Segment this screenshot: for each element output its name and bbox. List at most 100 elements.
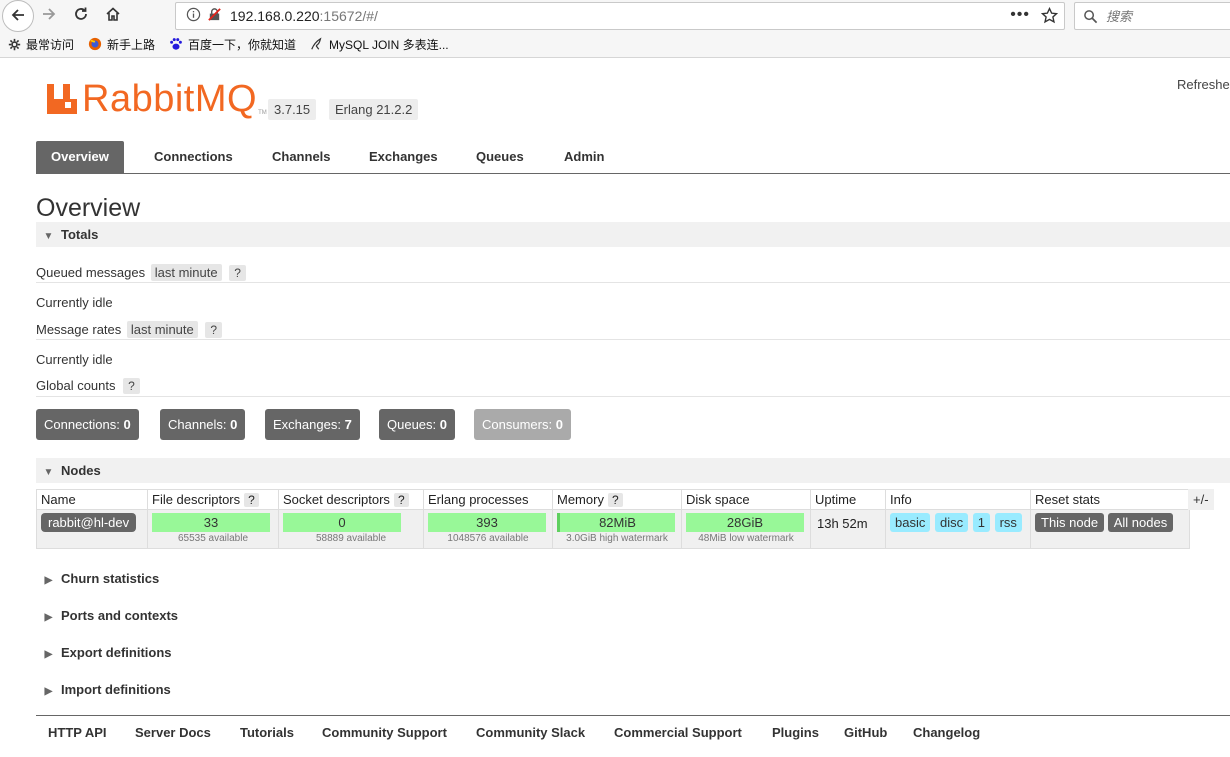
count-value: 0 (230, 417, 238, 432)
section-title: Nodes (61, 463, 101, 478)
count-value: 0 (555, 417, 563, 432)
message-rates-row: Message rates last minute ? (36, 321, 223, 338)
footer-link-community-support[interactable]: Community Support (322, 725, 447, 740)
help-button[interactable]: ? (244, 493, 259, 507)
arrow-right-icon (41, 6, 57, 25)
home-button[interactable] (100, 2, 126, 28)
footer-link-community-slack[interactable]: Community Slack (476, 725, 585, 740)
tab-exchanges[interactable]: Exchanges (354, 141, 453, 173)
search-bar[interactable] (1074, 2, 1230, 30)
column-header: Memory? (552, 489, 682, 510)
info-cell: basic disc 1 rss (885, 509, 1031, 549)
column-label: Erlang processes (428, 492, 529, 507)
rates-range-select[interactable]: last minute (126, 321, 198, 338)
connections-count[interactable]: Connections: 0 (36, 409, 139, 440)
socket-descriptors-available: 58889 available (315, 533, 387, 544)
footer-link-server-docs[interactable]: Server Docs (135, 725, 211, 740)
queued-range-select[interactable]: last minute (150, 264, 222, 281)
footer-link-tutorials[interactable]: Tutorials (240, 725, 294, 740)
bookmark-mysql-join[interactable]: MySQL JOIN 多表连... (310, 36, 449, 53)
triangle-down-icon: ▼ (43, 467, 54, 478)
idle-text: Currently idle (36, 352, 113, 367)
ports-contexts-section[interactable]: ▶ Ports and contexts (36, 608, 178, 623)
reload-button[interactable] (68, 2, 94, 28)
triangle-right-icon: ▶ (44, 575, 53, 586)
tab-connections[interactable]: Connections (139, 141, 248, 173)
column-label: Uptime (815, 492, 857, 507)
bookmarks-bar: 最常访问 新手上路 百度一下，你就知道 MySQL JOIN 多表连... (0, 33, 455, 55)
tab-queues[interactable]: Queues (461, 141, 539, 173)
reload-icon (73, 6, 89, 25)
socket-descriptors-bar: 0 (283, 513, 401, 532)
section-title: Import definitions (61, 682, 171, 697)
help-button[interactable]: ? (229, 265, 246, 281)
triangle-down-icon: ▼ (43, 231, 54, 242)
footer-link-commercial-support[interactable]: Commercial Support (614, 725, 742, 740)
help-button[interactable]: ? (123, 378, 140, 394)
column-header: Socket descriptors? (278, 489, 424, 510)
table-header-row: Name File descriptors? Socket descriptor… (36, 489, 1190, 510)
queues-count[interactable]: Queues: 0 (379, 409, 456, 440)
footer-link-plugins[interactable]: Plugins (772, 725, 819, 740)
count-label: Channels: (168, 417, 227, 432)
footer-link-github[interactable]: GitHub (844, 725, 887, 740)
help-button[interactable]: ? (607, 493, 623, 507)
home-icon (105, 6, 121, 25)
reset-this-node-button[interactable]: This node (1035, 513, 1105, 532)
back-button[interactable] (2, 0, 34, 32)
count-label: Exchanges: (273, 417, 341, 432)
forward-button[interactable] (36, 2, 62, 28)
page-actions-icon[interactable]: ••• (1010, 6, 1030, 24)
footer-link-http-api[interactable]: HTTP API (48, 725, 107, 740)
arrow-left-icon (10, 7, 26, 26)
triangle-right-icon: ▶ (44, 649, 53, 660)
column-label: Memory (557, 492, 604, 507)
churn-statistics-section[interactable]: ▶ Churn statistics (36, 571, 160, 586)
erlang-processes-cell: 393 1048576 available (423, 509, 553, 549)
bookmark-baidu[interactable]: 百度一下，你就知道 (169, 36, 296, 53)
search-input[interactable] (1104, 7, 1218, 25)
message-rates-label: Message rates (36, 322, 122, 337)
global-counts-label: Global counts (36, 378, 116, 393)
info-icon[interactable] (186, 7, 201, 25)
divider (36, 282, 1230, 283)
exchanges-count[interactable]: Exchanges: 7 (265, 409, 360, 440)
column-label: Info (890, 492, 912, 507)
mysql-dolphin-icon (310, 37, 324, 51)
channels-count[interactable]: Channels: 0 (160, 409, 246, 440)
count-value: 0 (123, 417, 131, 432)
rabbitmq-logo[interactable]: RabbitMQ TM (46, 80, 267, 118)
search-icon (1083, 9, 1098, 24)
triangle-right-icon: ▶ (44, 686, 53, 697)
bookmark-label: 最常访问 (26, 37, 75, 52)
bookmark-star-icon[interactable] (1040, 6, 1059, 27)
tab-admin[interactable]: Admin (549, 141, 619, 173)
import-definitions-section[interactable]: ▶ Import definitions (36, 682, 171, 697)
bookmark-getting-started[interactable]: 新手上路 (88, 36, 155, 53)
footer-link-changelog[interactable]: Changelog (913, 725, 980, 740)
browser-toolbar: 192.168.0.220:15672/#/ ••• 最常访问 新手上路 (0, 0, 1230, 58)
page-title: Overview (36, 194, 141, 222)
reset-all-nodes-button[interactable]: All nodes (1107, 513, 1174, 532)
global-counts-row: Global counts ? (36, 378, 140, 394)
export-definitions-section[interactable]: ▶ Export definitions (36, 645, 172, 660)
info-badge-disc[interactable]: disc (934, 513, 969, 532)
consumers-count: Consumers: 0 (474, 409, 571, 440)
insecure-lock-icon[interactable] (207, 7, 222, 25)
info-badge-rss[interactable]: rss (994, 513, 1022, 532)
totals-section-header[interactable]: ▼ Totals (36, 222, 1230, 247)
column-toggle-button[interactable]: +/- (1188, 489, 1214, 510)
column-header: File descriptors? (147, 489, 279, 510)
info-badge-count[interactable]: 1 (972, 513, 990, 532)
help-button[interactable]: ? (393, 493, 409, 507)
nodes-section-header[interactable]: ▼ Nodes (36, 458, 1230, 483)
bookmark-most-visited[interactable]: 最常访问 (8, 36, 74, 53)
info-badge-basic[interactable]: basic (890, 513, 931, 532)
help-button[interactable]: ? (205, 322, 223, 338)
memory-cell: 82MiB 3.0GiB high watermark (552, 509, 682, 549)
tab-channels[interactable]: Channels (257, 141, 346, 173)
node-name-link[interactable]: rabbit@hl-dev (41, 513, 137, 532)
rabbit-logo-icon (46, 83, 78, 118)
tab-overview[interactable]: Overview (36, 141, 124, 173)
address-bar[interactable]: 192.168.0.220:15672/#/ ••• (175, 2, 1065, 30)
